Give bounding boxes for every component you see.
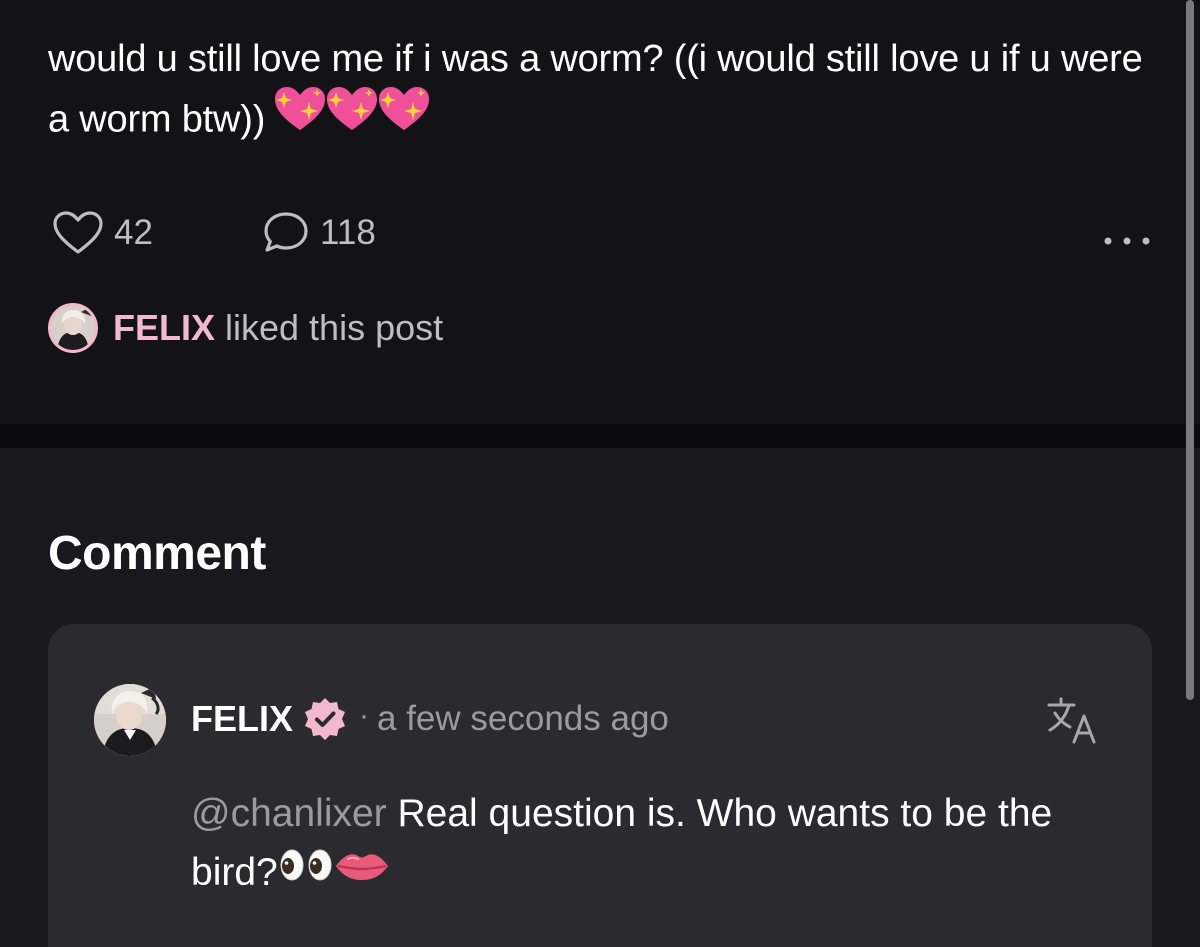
section-divider — [0, 424, 1200, 448]
comment-heading: Comment — [48, 527, 266, 580]
sparkling-heart-emoji — [327, 87, 378, 130]
eyes-emoji — [278, 841, 334, 900]
comment-button[interactable]: 118 — [262, 208, 376, 258]
app-page: would u still love me if i was a worm? (… — [0, 0, 1200, 947]
separator-dot: · — [359, 699, 370, 732]
comment-body: @chanlixer Real question is. Who wants t… — [191, 784, 1111, 904]
liked-by: FELIX liked this post — [48, 300, 443, 356]
comment-header: FELIX · a few seconds ago — [191, 694, 669, 744]
comment-author[interactable]: FELIX — [191, 698, 293, 740]
more-options-button[interactable] — [1102, 216, 1152, 266]
post: would u still love me if i was a worm? (… — [0, 0, 1200, 424]
like-button[interactable]: 42 — [52, 208, 153, 258]
scrollbar[interactable] — [1180, 0, 1200, 947]
lips-emoji — [334, 841, 390, 900]
comment-timestamp: a few seconds ago — [377, 699, 669, 738]
avatar[interactable] — [48, 303, 98, 353]
translate-button[interactable] — [1046, 696, 1102, 746]
sparkling-heart-emoji — [275, 87, 326, 130]
speech-bubble-icon — [264, 212, 308, 252]
comment-count: 118 — [320, 213, 376, 252]
avatar-image — [51, 306, 95, 350]
liked-by-name[interactable]: FELIX — [113, 307, 215, 349]
post-actions: 42 118 — [52, 208, 1152, 258]
sparkling-heart-emoji — [379, 87, 430, 130]
translate-icon — [1047, 697, 1096, 744]
comment-section: Comment FELIX · a few seconds ago @chanl… — [0, 448, 1200, 947]
verified-badge-icon — [305, 698, 346, 740]
liked-by-text: liked this post — [225, 307, 444, 348]
mention-link[interactable]: @chanlixer — [191, 792, 387, 835]
heart-outline-icon — [53, 211, 103, 254]
post-body: would u still love me if i was a worm? (… — [48, 38, 1143, 141]
sparkling-hearts-emoji — [271, 84, 430, 151]
post-text: would u still love me if i was a worm? (… — [48, 30, 1158, 155]
like-count: 42 — [114, 213, 153, 252]
scrollbar-thumb[interactable] — [1186, 0, 1194, 700]
avatar-image — [94, 684, 166, 756]
comment-card: FELIX · a few seconds ago @chanlixer Rea… — [48, 624, 1152, 947]
more-dots-icon — [1104, 237, 1150, 245]
avatar[interactable] — [94, 684, 166, 756]
